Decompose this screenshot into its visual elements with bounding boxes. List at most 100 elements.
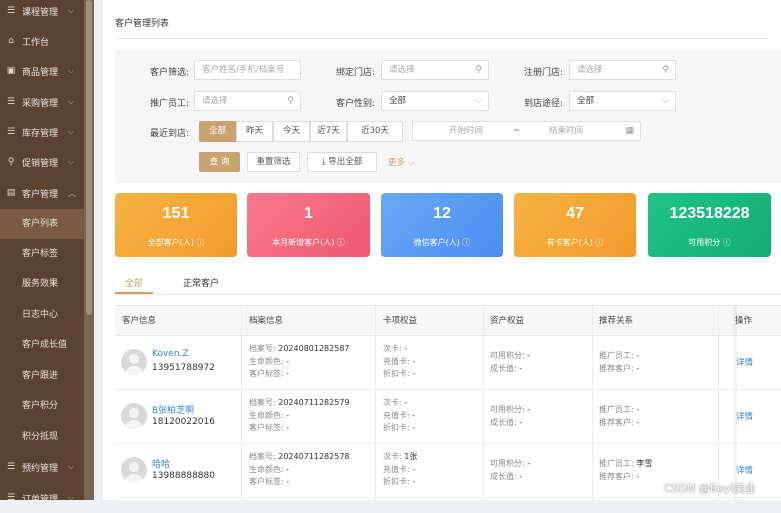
sidebar: ☰ 课程管理 ⌵ ⌂ 工作台 ▣ 商品管理 ⌵ ☰ 采购管理 ⌵ ☰ 库存管理 ⌵ ⚲ 促销管理 ⌵ …	[0, 0, 94, 505]
chevron-down-icon: ⌵	[68, 97, 75, 106]
stat-card-card-holders[interactable]: 47 有卡客户(人) ⓘ	[514, 193, 636, 257]
sidebar-sub-growth-value[interactable]: 客户成长值	[0, 330, 84, 360]
list-icon: ☰	[6, 462, 16, 472]
search-icon: ⚲	[662, 65, 669, 75]
sidebar-item-inventory[interactable]: ☰ 库存管理 ⌵	[0, 117, 84, 147]
sidebar-sub-points[interactable]: 客户积分	[0, 391, 84, 421]
gender-select[interactable]: 全部 ⌵	[381, 91, 489, 111]
list-icon: ☰	[6, 127, 16, 137]
help-icon: ⓘ	[595, 238, 604, 247]
recent-7days-button[interactable]: 近7天	[310, 121, 347, 142]
stat-card-wechat[interactable]: 12 微信客户(人) ⓘ	[381, 193, 503, 257]
sidebar-item-appointments[interactable]: ☰ 预约管理 ⌵	[0, 452, 84, 482]
card-benefits: 次卡: - 充值卡: - 折扣卡: -	[383, 398, 416, 432]
search-icon: ⚲	[475, 65, 482, 75]
home-icon: ⌂	[8, 36, 14, 46]
table-header-row	[115, 306, 781, 336]
referral-info: 推广员工: - 推荐客户: -	[599, 405, 640, 427]
recent-all-button[interactable]: 全部	[199, 121, 236, 142]
query-button[interactable]: 查 询	[199, 152, 240, 172]
register-store-select[interactable]: 请选择 ⚲	[569, 60, 676, 80]
channel-select[interactable]: 全部 ⌵	[569, 91, 676, 111]
chevron-down-icon: ⌵	[68, 493, 75, 502]
detail-link[interactable]: 详情	[736, 410, 753, 422]
detail-link[interactable]: 详情	[736, 356, 753, 368]
sidebar-item-products[interactable]: ▣ 商品管理 ⌵	[0, 56, 84, 86]
col-header-actions: 操作	[735, 306, 753, 336]
archive-info: 档案号: 20240711282579 生命颜色: - 客户标签: -	[249, 398, 350, 432]
sidebar-item-promotions[interactable]: ⚲ 促销管理 ⌵	[0, 147, 84, 177]
card-benefits: 次卡: 1张 充值卡: - 折扣卡: -	[383, 452, 418, 486]
customer-phone: 13988888880	[152, 471, 215, 481]
sidebar-item-courses[interactable]: ☰ 课程管理 ⌵	[0, 0, 84, 26]
stat-card-all[interactable]: 151 全部客户(人) ⓘ	[115, 193, 237, 257]
more-filters-link[interactable]: 更多 ⌵	[388, 156, 414, 168]
help-icon: ⓘ	[462, 238, 471, 247]
export-button[interactable]: ⤓ 导出全部	[307, 152, 377, 172]
sidebar-item-orders[interactable]: ☰ 订单管理 ⌵	[0, 483, 84, 513]
recent-today-button[interactable]: 今天	[273, 121, 310, 142]
sidebar-item-purchasing[interactable]: ☰ 采购管理 ⌵	[0, 87, 84, 117]
stat-card-points[interactable]: 123518228 可用积分 ⓘ	[648, 193, 771, 257]
chevron-down-icon: ⌵	[68, 66, 75, 75]
customer-search-input[interactable]: 客户姓名/手机/档案号	[194, 60, 301, 80]
col-header-archive: 档案信息	[249, 306, 284, 336]
customer-name-link[interactable]: B张柏芝啊	[152, 403, 194, 416]
table-row: B张柏芝啊 18120022016 档案号: 20240711282579 生命…	[115, 390, 781, 444]
filter-panel: 客户筛选: 客户姓名/手机/档案号 绑定门店: 请选择 ⚲ 注册门店: 请选择 ⚲ …	[115, 50, 781, 183]
avatar	[121, 349, 147, 375]
tab-normal-customers[interactable]: 正常客户	[183, 276, 219, 289]
list-icon: ☰	[6, 493, 16, 503]
promoter-select[interactable]: 请选择 ⚲	[194, 91, 301, 111]
reset-button[interactable]: 重置筛选	[247, 152, 300, 172]
chevron-up-icon: ︿	[68, 188, 76, 198]
recent-visit-label: 最近到店:	[149, 129, 189, 139]
sidebar-sub-points-cash[interactable]: 积分抵现	[0, 422, 84, 452]
start-date[interactable]: 开始时间	[449, 122, 483, 140]
card-benefits: 次卡: - 充值卡: - 折扣卡: -	[383, 344, 416, 378]
asset-benefits: 可用积分: - 成长值: -	[490, 459, 531, 481]
sidebar-sub-customer-tags[interactable]: 客户标签	[0, 239, 84, 269]
archive-info: 档案号: 20240801282587 生命颜色: - 客户标签: -	[249, 344, 350, 378]
date-range-picker[interactable]: 开始时间 ~ 结束时间 ▦	[412, 121, 641, 141]
watermark: CSDN @Boyi美业	[664, 482, 756, 495]
chevron-down-icon: ⌵	[407, 158, 415, 168]
detail-link[interactable]: 详情	[736, 464, 753, 476]
sidebar-scrollbar-thumb[interactable]	[86, 0, 92, 315]
divider	[115, 38, 769, 39]
asset-benefits: 可用积分: - 成长值: -	[490, 405, 531, 427]
stat-card-new-this-month[interactable]: 1 本月新增客户(人) ⓘ	[247, 193, 370, 257]
user-card-icon: ▤	[6, 188, 16, 198]
sidebar-sub-customer-list[interactable]: 客户列表	[0, 209, 84, 239]
sidebar-sub-log-center[interactable]: 日志中心	[0, 300, 84, 330]
sidebar-item-customers[interactable]: ▤ 客户管理 ︿	[0, 178, 84, 208]
sidebar-sub-follow-up[interactable]: 客户跟进	[0, 361, 84, 391]
col-header-referral: 推荐关系	[599, 306, 634, 336]
recent-yesterday-button[interactable]: 昨天	[236, 121, 273, 142]
bound-store-select[interactable]: 请选择 ⚲	[381, 60, 489, 80]
recent-30days-button[interactable]: 近30天	[347, 121, 403, 142]
download-icon: ⤓	[321, 157, 326, 167]
sidebar-item-workbench[interactable]: ⌂ 工作台	[0, 26, 84, 56]
register-store-label: 注册门店:	[523, 68, 563, 78]
asset-benefits: 可用积分: - 成长值: -	[490, 351, 531, 373]
customer-phone: 13951788972	[152, 363, 215, 373]
promoter-label: 推广员工:	[149, 99, 189, 109]
calendar-icon: ▦	[625, 126, 634, 136]
customer-name-link[interactable]: 哈哈	[152, 457, 170, 470]
chevron-down-icon: ⌵	[68, 6, 75, 15]
chevron-down-icon: ⌵	[68, 157, 75, 166]
customer-name-link[interactable]: Koven.Z	[152, 349, 189, 359]
avatar	[121, 457, 147, 483]
col-header-cards: 卡项权益	[383, 306, 418, 336]
date-separator: ~	[513, 126, 521, 136]
customer-phone: 18120022016	[152, 417, 215, 427]
gender-label: 客户性别:	[335, 99, 375, 109]
col-header-customer: 客户信息	[122, 306, 157, 336]
sidebar-sub-service-effect[interactable]: 服务效果	[0, 269, 84, 299]
end-date[interactable]: 结束时间	[549, 122, 583, 140]
referral-info: 推广员工: - 推荐客户: -	[599, 351, 640, 373]
customer-table: 客户信息 档案信息 卡项权益 资产权益 推荐关系 操作 Koven.Z 1395…	[115, 305, 781, 501]
tab-all[interactable]: 全部	[125, 276, 143, 289]
help-icon: ⓘ	[722, 238, 731, 247]
